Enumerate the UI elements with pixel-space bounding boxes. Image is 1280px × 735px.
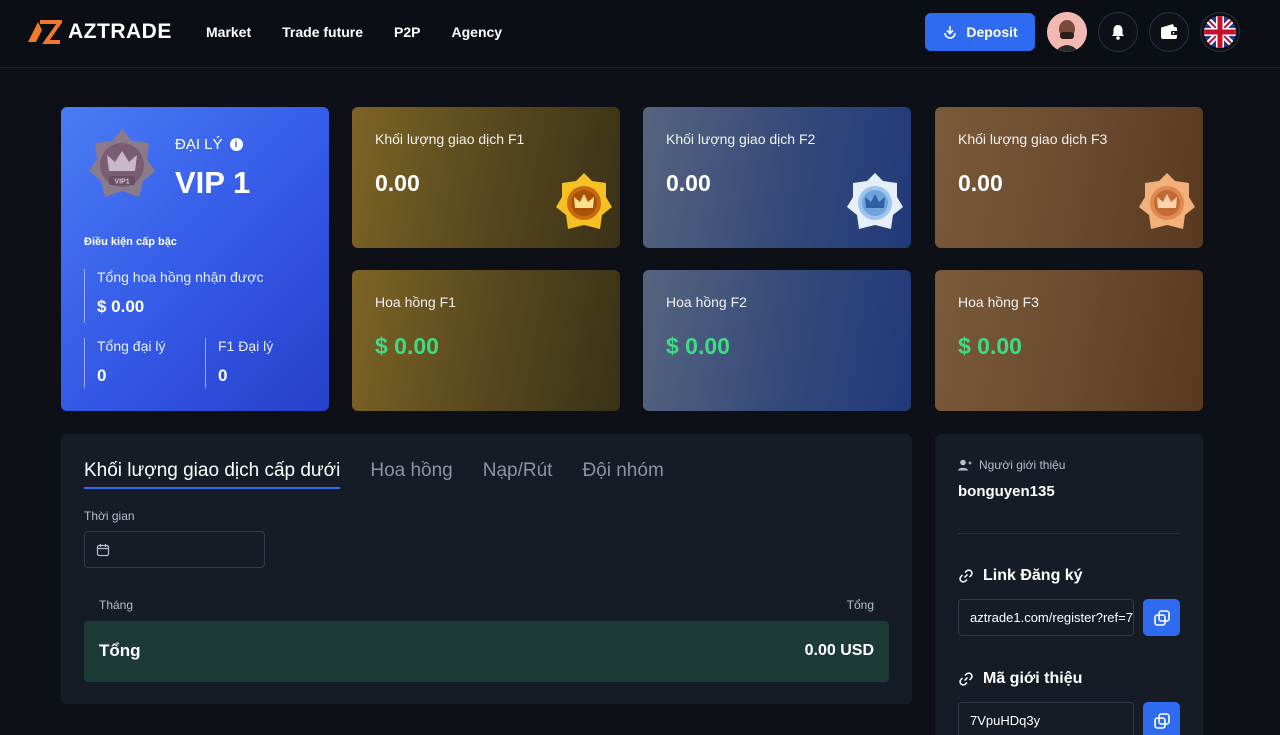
logo[interactable]: AZTRADE	[26, 20, 172, 44]
col-month-header: Tháng	[99, 598, 134, 612]
total-row-label: Tổng	[99, 641, 141, 660]
register-link-title: Link Đăng ký	[958, 567, 1083, 585]
vip-crown-badge-icon: VIP1	[89, 129, 155, 197]
commission-f2-label: Hoa hồng F2	[666, 294, 747, 310]
download-icon	[944, 26, 957, 39]
tab-commission[interactable]: Hoa hồng	[370, 460, 452, 489]
svg-text:VIP1: VIP1	[114, 179, 129, 186]
commission-f3-value: $ 0.00	[958, 333, 1022, 359]
register-link-title-text: Link Đăng ký	[983, 567, 1083, 584]
agent-label: ĐẠI LÝ i	[175, 136, 243, 153]
vip-level: VIP 1	[175, 165, 251, 200]
language-button[interactable]	[1200, 12, 1240, 52]
nav-p2p[interactable]: P2P	[394, 24, 420, 40]
link-icon	[959, 569, 973, 583]
total-commission-value: $ 0.00	[97, 297, 145, 316]
volume-f3-value: 0.00	[958, 170, 1003, 196]
copy-code-button[interactable]	[1143, 702, 1180, 735]
referral-code-title: Mã giới thiệu	[958, 670, 1082, 688]
register-link-field[interactable]: aztrade1.com/register?ref=7VpuHDq3y	[958, 599, 1134, 636]
user-add-icon	[958, 459, 972, 471]
copy-link-button[interactable]	[1143, 599, 1180, 636]
referrer-name: bonguyen135	[958, 483, 1055, 500]
date-picker-input[interactable]	[84, 531, 265, 568]
time-label: Thời gian	[84, 509, 135, 523]
volume-f2-label: Khối lượng giao dịch F2	[666, 131, 816, 147]
main-nav: Market Trade future P2P Agency	[206, 24, 502, 40]
wallet-button[interactable]	[1149, 12, 1189, 52]
tab-downline-volume[interactable]: Khối lượng giao dịch cấp dưới	[84, 460, 341, 489]
vip-card: VIP1 ĐẠI LÝ i VIP 1 Điều kiện cấp bậc Tổ…	[61, 107, 329, 411]
f1-agents-stat: F1 Đại lý 0	[205, 338, 273, 388]
commission-f2-card: Hoa hồng F2 $ 0.00	[643, 270, 911, 411]
total-row-value: 0.00 USD	[804, 642, 874, 659]
copy-icon	[1153, 609, 1170, 626]
commission-f3-card: Hoa hồng F3 $ 0.00	[935, 270, 1203, 411]
f1-agents-value: 0	[218, 366, 228, 385]
copy-icon	[1153, 712, 1170, 729]
referral-code-field[interactable]: 7VpuHDq3y	[958, 702, 1134, 735]
downline-panel: Khối lượng giao dịch cấp dưới Hoa hồng N…	[61, 434, 912, 704]
bell-icon	[1112, 25, 1124, 40]
notifications-button[interactable]	[1098, 12, 1138, 52]
commission-f2-value: $ 0.00	[666, 333, 730, 359]
commission-f1-card: Hoa hồng F1 $ 0.00	[352, 270, 620, 411]
uk-flag-icon	[1204, 16, 1236, 48]
f1-agents-label: F1 Đại lý	[218, 338, 274, 354]
total-commission-label: Tổng hoa hồng nhận được	[97, 269, 264, 285]
total-agents-label: Tổng đại lý	[97, 338, 166, 354]
volume-f1-label: Khối lượng giao dịch F1	[375, 131, 525, 147]
volume-f1-card: Khối lượng giao dịch F1 0.00	[352, 107, 620, 248]
top-header: AZTRADE Market Trade future P2P Agency D…	[0, 0, 1280, 68]
volume-f1-value: 0.00	[375, 170, 420, 196]
commission-f1-label: Hoa hồng F1	[375, 294, 456, 310]
volume-f3-label: Khối lượng giao dịch F3	[958, 131, 1108, 147]
total-row: Tổng 0.00 USD	[84, 621, 889, 682]
commission-f1-value: $ 0.00	[375, 333, 439, 359]
volume-f3-card: Khối lượng giao dịch F3 0.00	[935, 107, 1203, 248]
nav-market[interactable]: Market	[206, 24, 251, 40]
referrer-label: Người giới thiệu	[958, 458, 1065, 472]
wallet-icon	[1161, 24, 1178, 39]
link-icon	[959, 672, 973, 686]
panel-tabs: Khối lượng giao dịch cấp dưới Hoa hồng N…	[84, 460, 664, 489]
calendar-icon	[96, 543, 110, 556]
user-avatar-icon	[1047, 12, 1087, 52]
deposit-label: Deposit	[966, 24, 1018, 40]
logo-text: AZTRADE	[68, 20, 172, 43]
nav-trade-future[interactable]: Trade future	[282, 24, 363, 40]
referrer-label-text: Người giới thiệu	[979, 458, 1066, 472]
referral-code-title-text: Mã giới thiệu	[983, 670, 1083, 687]
total-agents-value: 0	[97, 366, 107, 385]
bronze-crown-medal-icon	[1139, 173, 1195, 229]
avatar[interactable]	[1047, 12, 1087, 52]
nav-agency[interactable]: Agency	[452, 24, 503, 40]
silver-crown-medal-icon	[847, 173, 903, 229]
col-total-header: Tổng	[846, 598, 874, 612]
total-commission-stat: Tổng hoa hồng nhận được $ 0.00	[84, 269, 263, 323]
total-agents-stat: Tổng đại lý 0	[84, 338, 165, 388]
agent-label-text: ĐẠI LÝ	[175, 136, 223, 153]
tab-deposit-withdraw[interactable]: Nạp/Rút	[483, 460, 553, 489]
tab-team[interactable]: Đội nhóm	[582, 460, 663, 489]
gold-crown-medal-icon	[556, 173, 612, 229]
tier-condition-label: Điều kiện cấp bậc	[84, 236, 177, 248]
info-icon[interactable]: i	[229, 138, 243, 151]
volume-f2-value: 0.00	[666, 170, 711, 196]
aztrade-logo-icon	[28, 20, 62, 44]
volume-f2-card: Khối lượng giao dịch F2 0.00	[643, 107, 911, 248]
divider	[958, 533, 1180, 534]
deposit-button[interactable]: Deposit	[925, 13, 1035, 51]
referral-panel: Người giới thiệu bonguyen135 Link Đăng k…	[935, 434, 1203, 735]
commission-f3-label: Hoa hồng F3	[958, 294, 1039, 310]
